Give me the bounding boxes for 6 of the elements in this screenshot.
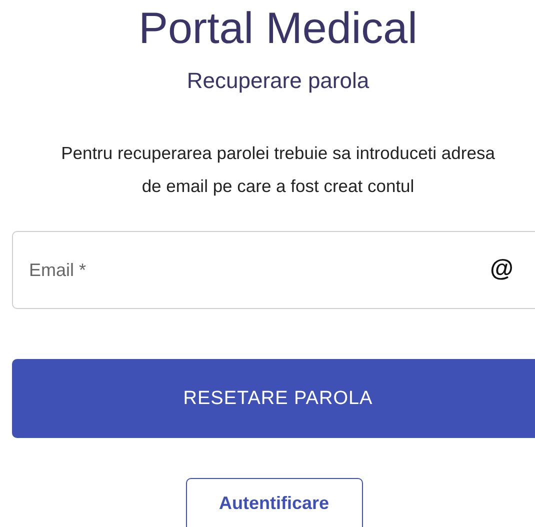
page-subtitle: Recuperare parola <box>186 67 370 95</box>
reset-password-button[interactable]: RESETARE PAROLA <box>12 359 535 438</box>
instructions-text: Pentru recuperarea parolei trebuie sa introduceti adresa de email pe care a fost creat contul <box>60 142 496 198</box>
at-sign-icon: @ <box>490 255 514 283</box>
page-title: Portal Medical <box>138 3 418 55</box>
login-button[interactable]: Autentificare <box>186 478 362 527</box>
